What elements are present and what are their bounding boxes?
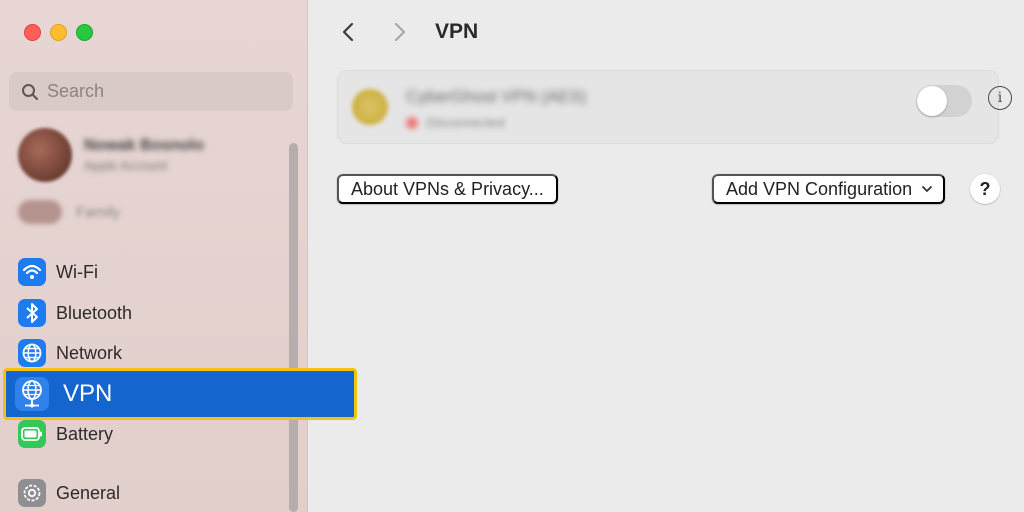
sidebar-item-label: Network <box>56 342 123 363</box>
battery-icon <box>18 420 46 448</box>
search-icon <box>22 83 39 100</box>
status-dot-icon <box>406 116 418 129</box>
add-vpn-configuration-button[interactable]: Add VPN Configuration <box>712 174 946 204</box>
globe-icon <box>18 339 46 367</box>
minimize-window-button[interactable] <box>50 24 67 41</box>
sidebar-scrollbar[interactable] <box>289 143 298 512</box>
forward-button[interactable] <box>387 18 413 46</box>
main-pane: VPN CyberGhost VPN (AES) Disconnected i … <box>309 0 1024 512</box>
vpn-toggle[interactable] <box>916 85 972 117</box>
family-item[interactable]: Family <box>18 200 120 224</box>
family-icon <box>18 200 62 224</box>
close-window-button[interactable] <box>24 24 41 41</box>
sidebar-item-label: VPN <box>63 380 113 407</box>
vpn-logo-icon <box>352 89 388 125</box>
add-vpn-label: Add VPN Configuration <box>726 178 913 199</box>
info-icon: i <box>997 90 1003 106</box>
info-button[interactable]: i <box>988 86 1012 110</box>
chevron-left-icon <box>342 22 354 42</box>
family-label: Family <box>76 203 121 221</box>
sidebar: Nowak Bosnolo Apple Account Family Wi-Fi… <box>0 0 308 512</box>
sidebar-item-label: Wi-Fi <box>56 261 98 282</box>
bluetooth-icon <box>18 299 46 327</box>
account-subtitle: Apple Account <box>84 158 168 173</box>
window-controls <box>24 24 93 41</box>
sidebar-item-label: Bluetooth <box>56 302 133 323</box>
sidebar-item-network[interactable]: Network <box>18 337 122 369</box>
vpn-status: Disconnected <box>406 115 505 130</box>
search-field[interactable] <box>9 72 293 111</box>
wifi-icon <box>18 258 46 286</box>
zoom-window-button[interactable] <box>76 24 93 41</box>
chevron-right-icon <box>394 22 406 42</box>
page-title: VPN <box>435 20 479 43</box>
toggle-knob <box>917 86 947 116</box>
vpn-name: CyberGhost VPN (AES) <box>406 87 587 106</box>
help-button[interactable]: ? <box>970 174 1000 204</box>
chevron-down-icon <box>922 186 933 192</box>
vpn-entry-card: CyberGhost VPN (AES) Disconnected i <box>337 70 1012 144</box>
sidebar-item-battery[interactable]: Battery <box>18 418 113 450</box>
about-vpns-button[interactable]: About VPNs & Privacy... <box>337 174 558 204</box>
sidebar-item-bluetooth[interactable]: Bluetooth <box>18 297 132 329</box>
sidebar-item-wifi[interactable]: Wi-Fi <box>18 256 98 288</box>
sidebar-item-vpn[interactable]: VPN <box>3 368 357 420</box>
sidebar-item-label: General <box>56 482 121 503</box>
avatar <box>18 128 72 182</box>
account-name: Nowak Bosnolo <box>84 137 205 154</box>
search-input[interactable] <box>47 81 267 102</box>
sidebar-item-general[interactable]: General <box>18 477 120 509</box>
help-icon: ? <box>979 178 991 199</box>
vpn-globe-icon <box>15 377 49 411</box>
sidebar-item-label: Battery <box>56 423 114 444</box>
gear-icon <box>18 479 46 507</box>
back-button[interactable] <box>335 18 361 46</box>
apple-account-item[interactable]: Nowak Bosnolo Apple Account <box>18 128 204 182</box>
vpn-status-text: Disconnected <box>426 115 505 130</box>
